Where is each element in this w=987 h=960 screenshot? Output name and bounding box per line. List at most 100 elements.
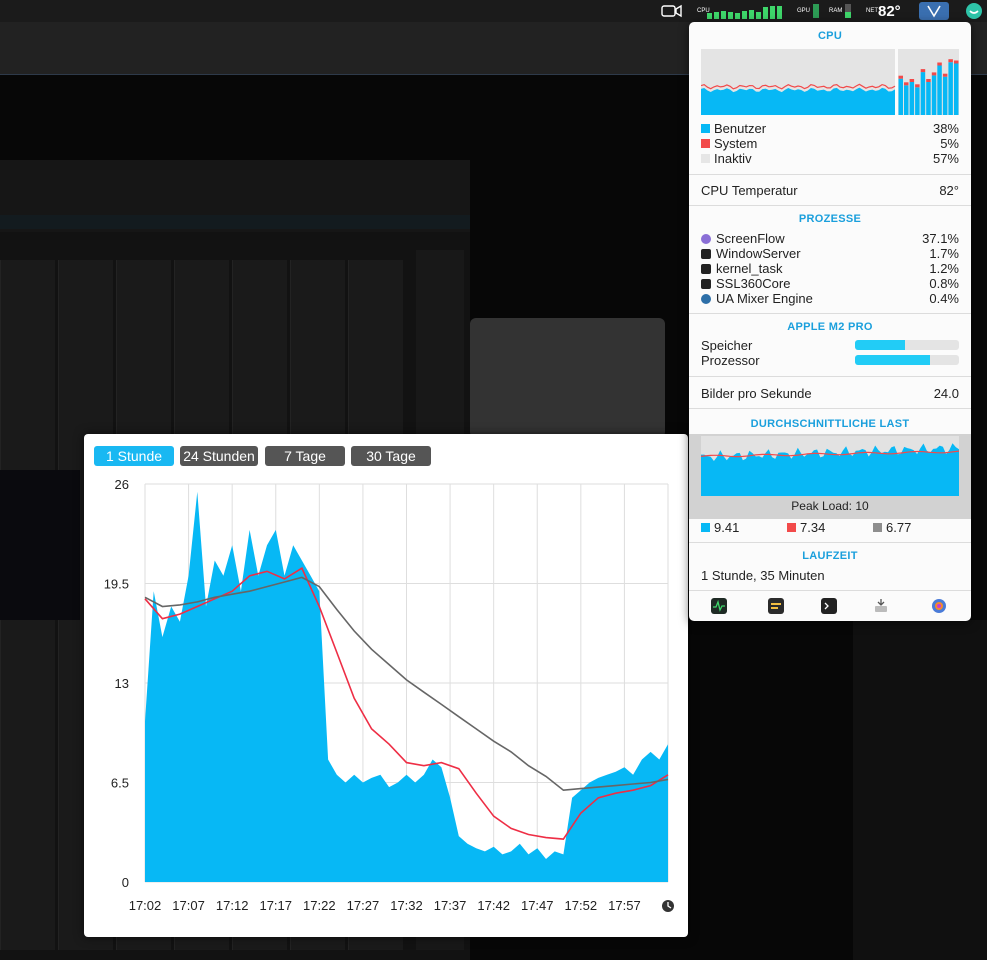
console-icon[interactable]: [768, 598, 784, 614]
process-name: WindowServer: [716, 246, 801, 261]
x-tick-label: 17:42: [477, 898, 510, 913]
processor-label: Prozessor: [701, 353, 760, 368]
tab-1-stunde[interactable]: 1 Stunde: [94, 446, 174, 466]
core-bar: [931, 75, 937, 115]
x-tick-label: 17:17: [259, 898, 292, 913]
uptime-value: 1 Stunde, 35 Minuten: [701, 568, 825, 583]
idle-label: Inaktiv: [714, 151, 752, 166]
x-tick-label: 17:02: [129, 898, 162, 913]
cpu-temperature-value: 82°: [939, 183, 959, 198]
activity-monitor-icon[interactable]: [711, 598, 727, 614]
cpu-history-graph: [701, 49, 959, 115]
fps-value: 24.0: [933, 386, 959, 401]
process-row[interactable]: ScreenFlow 37.1%: [701, 231, 959, 246]
process-row[interactable]: WindowServer 1.7%: [701, 246, 959, 261]
load-5-swatch: [787, 523, 796, 532]
net-meter-label: NET: [866, 8, 878, 14]
divider: [689, 542, 971, 543]
cpu-user-row: Benutzer 38%: [701, 121, 959, 136]
load-history-chart: 2619.5136.50 17:02 17:07 17:12 17:17 17:22 17…: [104, 477, 674, 913]
process-row[interactable]: UA Mixer Engine 0.4%: [701, 291, 959, 306]
disk-utility-icon[interactable]: [873, 598, 889, 614]
core-bar: [904, 85, 909, 115]
gpu-meter-label: GPU: [797, 8, 811, 14]
core-bar: [909, 82, 915, 115]
process-value: 0.4%: [929, 291, 959, 306]
temperature-readout[interactable]: 82°: [878, 0, 901, 22]
ua-mixer-icon: [701, 293, 711, 304]
process-row[interactable]: kernel_task 1.2%: [701, 261, 959, 276]
cpu-meter-icon[interactable]: CPU: [697, 0, 791, 22]
cpu-system-row: System 5%: [701, 136, 959, 151]
tab-30-tage[interactable]: 30 Tage: [351, 446, 431, 466]
fps-row: Bilder pro Sekunde 24.0: [701, 386, 959, 401]
terminal-icon[interactable]: [821, 598, 837, 614]
divider: [689, 174, 971, 175]
tab-24-stunden[interactable]: 24 Stunden: [180, 446, 258, 466]
y-tick-label: 19.5: [104, 577, 129, 592]
x-tick-label: 17:12: [216, 898, 249, 913]
core-bar-system: [920, 69, 926, 73]
cpu-section-title: CPU: [817, 30, 843, 42]
process-row[interactable]: SSL360Core 0.8%: [701, 276, 959, 291]
idle-value: 57%: [932, 151, 959, 166]
chip-section-title: APPLE M2 PRO: [787, 321, 873, 333]
core-bar-system: [942, 73, 948, 77]
windowserver-icon: [701, 248, 711, 259]
clock-icon[interactable]: [662, 900, 674, 912]
ua-logo-icon[interactable]: [919, 0, 949, 22]
x-axis: 17:02 17:07 17:12 17:17 17:22 17:27 17:32 17:37…: [129, 898, 641, 913]
core-bar: [937, 65, 942, 115]
divider: [689, 205, 971, 206]
core-bar-system: [937, 62, 942, 66]
x-tick-label: 17:57: [608, 898, 641, 913]
load-graph: [701, 436, 959, 496]
core-bar: [915, 87, 920, 115]
system-stats-panel: CPU Benutzer 38% System 5% Inaktiv 57% C…: [689, 22, 971, 621]
load-5-min: 7.34: [787, 520, 825, 535]
load-1-value: 9.41: [714, 520, 740, 535]
x-tick-label: 17:07: [172, 898, 205, 913]
core-bar-system: [954, 60, 959, 64]
istat-icon[interactable]: [965, 0, 983, 22]
system-value: 5%: [940, 136, 959, 151]
tab-7-tage[interactable]: 7 Tage: [265, 446, 345, 466]
process-name: ScreenFlow: [716, 231, 785, 246]
background-panel: [853, 620, 987, 960]
system-info-icon[interactable]: [931, 598, 947, 614]
x-tick-label: 17:37: [434, 898, 467, 913]
memory-label: Speicher: [701, 338, 753, 353]
cpu-temperature-row: CPU Temperatur 82°: [701, 183, 959, 198]
load-graph-box: Peak Load: 10: [689, 434, 971, 519]
load-history-window: 26 19.5 13 6.5 0 17:02 17:07 17:12 17:17 17:22 17…: [84, 434, 688, 937]
system-label: System: [714, 136, 758, 151]
memory-bar-fill: [855, 340, 905, 350]
load-1-min: 9.41: [701, 520, 739, 535]
core-bar-system: [926, 79, 931, 82]
memory-meter-icon[interactable]: GPU RAM: [797, 0, 857, 22]
core-bar: [942, 76, 948, 115]
process-value: 0.8%: [929, 276, 959, 291]
x-tick-label: 17:52: [565, 898, 598, 913]
divider: [689, 313, 971, 314]
ram-meter-label: RAM: [829, 8, 843, 14]
core-bar-system: [904, 82, 909, 86]
camera-icon[interactable]: [661, 0, 683, 22]
core-bar-system: [948, 59, 953, 63]
cpu-idle-row: Inaktiv 57%: [701, 151, 959, 166]
ssl-icon: [701, 278, 711, 289]
uptime-row: 1 Stunde, 35 Minuten: [701, 568, 959, 583]
process-name: kernel_task: [716, 261, 783, 276]
memory-bar: [855, 340, 959, 350]
y-tick-label: 13: [115, 676, 129, 691]
y-axis: 26 19.5 13 6.5 0: [104, 477, 129, 890]
divider: [689, 408, 971, 409]
processes-section-title: PROZESSE: [798, 213, 862, 225]
menubar: CPU GPU RAM NET 82°: [0, 0, 987, 22]
x-tick-label: 17:22: [303, 898, 336, 913]
user-label: Benutzer: [714, 121, 767, 136]
background-process-table: [470, 318, 665, 438]
divider: [689, 590, 971, 591]
core-bar-system: [915, 84, 920, 88]
divider: [689, 376, 971, 377]
